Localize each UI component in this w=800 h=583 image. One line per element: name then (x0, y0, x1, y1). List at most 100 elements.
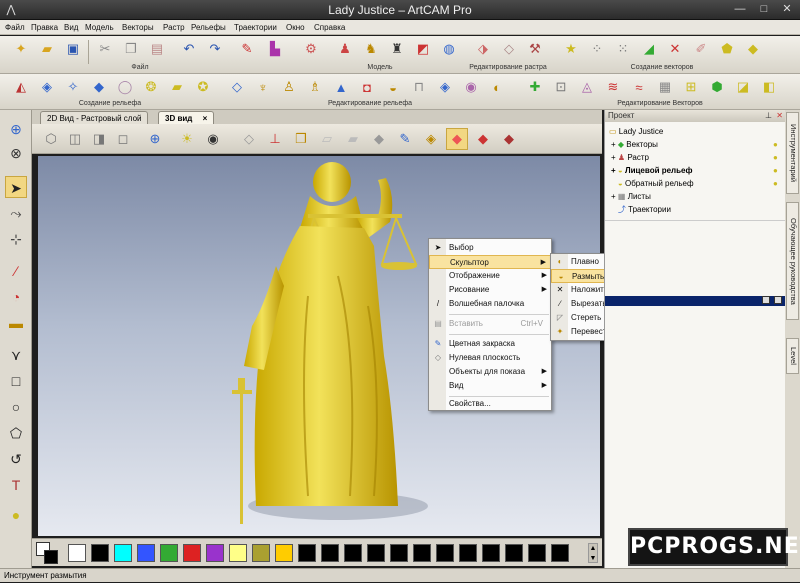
menu-file[interactable]: Файл (2, 20, 28, 35)
undo-icon[interactable]: ↶ (178, 38, 200, 60)
tab-toolbox[interactable]: Инструментарий (786, 112, 799, 194)
zoom-icon[interactable]: ⊕ (5, 118, 27, 140)
shade-icon[interactable]: ◆ (368, 128, 390, 150)
model-paint-icon[interactable]: ◩ (412, 38, 434, 60)
color-swatch[interactable] (252, 544, 270, 562)
vector-edit-3-icon[interactable]: ◬ (576, 76, 598, 98)
menu-item-display-objects[interactable]: Объекты для показа ▶ (429, 365, 551, 379)
vector-edit-10-icon[interactable]: ◧ (758, 76, 780, 98)
color-swatch[interactable] (390, 544, 408, 562)
menu-item-display[interactable]: Отображение ▶ (429, 269, 551, 283)
brush-icon[interactable]: ◔ (5, 286, 27, 308)
menu-model[interactable]: Модель (82, 20, 117, 35)
vector-edit-9-icon[interactable]: ◪ (732, 76, 754, 98)
visibility-bulb-icon[interactable]: ● (773, 153, 778, 162)
front-view-icon[interactable]: ◫ (64, 128, 86, 150)
relief-edit-7-icon[interactable]: ◒ (382, 76, 404, 98)
tab-level[interactable]: Level (786, 338, 799, 374)
relief-weave-icon[interactable]: ▰ (166, 76, 188, 98)
color-swatch[interactable] (551, 544, 569, 562)
tree-item-root[interactable]: ▭ Lady Justice (609, 126, 663, 138)
plane-view-icon[interactable]: ◇ (238, 128, 260, 150)
relief-texture-icon[interactable]: ❂ (140, 76, 162, 98)
menu-vectors[interactable]: Векторы (119, 20, 157, 35)
close-panel-icon[interactable]: ✕ (776, 110, 783, 122)
paint-view-icon[interactable]: ✎ (394, 128, 416, 150)
expand-icon[interactable]: + (611, 166, 616, 175)
edit-icon[interactable]: ✎ (236, 38, 258, 60)
new-file-icon[interactable]: ✦ (10, 38, 32, 60)
color-swatch[interactable] (505, 544, 523, 562)
menu-view[interactable]: Вид (61, 20, 81, 35)
relief-edit-10-icon[interactable]: ◉ (460, 76, 482, 98)
vector-cut-icon[interactable]: ✕ (664, 38, 686, 60)
vector-edit-5-icon[interactable]: ≈ (628, 76, 650, 98)
relief-edit-5-icon[interactable]: ▲ (330, 76, 352, 98)
visibility-bulb-icon[interactable]: ● (773, 140, 778, 149)
paste-icon[interactable]: ▤ (146, 38, 168, 60)
menu-edit[interactable]: Правка (28, 20, 61, 35)
relief-edit-2-icon[interactable]: ♆ (252, 76, 274, 98)
select-arrow-icon[interactable]: ➤ (5, 176, 27, 198)
vector-edit-1-icon[interactable]: ✚ (524, 76, 546, 98)
redo-icon[interactable]: ↷ (204, 38, 226, 60)
raster-fill-icon[interactable]: ◇ (498, 38, 520, 60)
menu-item-draw[interactable]: Рисование ▶ (429, 283, 551, 297)
vector-dots-icon[interactable]: ⁙ (612, 38, 634, 60)
color-swatch[interactable] (229, 544, 247, 562)
vector-edit-7-icon[interactable]: ⊞ (680, 76, 702, 98)
book-icon[interactable]: ▙ (264, 38, 286, 60)
model-bear-icon[interactable]: ♞ (360, 38, 382, 60)
expand-icon[interactable]: + (611, 153, 616, 162)
menu-toolpaths[interactable]: Траектории (231, 20, 280, 35)
iso-view-icon[interactable]: ⬡ (40, 128, 62, 150)
menu-raster[interactable]: Растр (160, 20, 188, 35)
model-settings-icon[interactable]: ⚙ (300, 38, 322, 60)
box-icon[interactable]: ❒ (290, 128, 312, 150)
color-swatch[interactable] (482, 544, 500, 562)
menu-item-magic-wand[interactable]: / Волшебная палочка (429, 297, 551, 311)
circle-icon[interactable]: ○ (5, 396, 27, 418)
visibility-bulb-icon[interactable]: ● (773, 179, 778, 188)
panel-close-icon[interactable] (774, 296, 782, 304)
relief-edit-1-icon[interactable]: ◇ (226, 76, 248, 98)
menu-item-properties[interactable]: Свойства... (429, 397, 551, 411)
relief-wave-icon[interactable]: ◈ (36, 76, 58, 98)
vector-edit-6-icon[interactable]: ▦ (654, 76, 676, 98)
open-folder-icon[interactable]: ▰ (36, 38, 58, 60)
color-swatch[interactable] (68, 544, 86, 562)
raster-brush-icon[interactable]: ⬗ (472, 38, 494, 60)
tree-item-sheets[interactable]: + ▦ Листы (611, 191, 651, 203)
tab-3d-view[interactable]: 3D вид × (158, 111, 215, 124)
polygon-icon[interactable]: ⬠ (5, 422, 27, 444)
color-swatch[interactable] (160, 544, 178, 562)
relief-shaded-icon[interactable]: ◆ (446, 128, 468, 150)
color-swatch[interactable] (436, 544, 454, 562)
save-icon[interactable]: ▣ (62, 38, 84, 60)
cut-icon[interactable]: ✂ (94, 38, 116, 60)
globe-view-icon[interactable]: ⊗ (5, 142, 27, 164)
color-swatch[interactable] (413, 544, 431, 562)
relief-add-icon[interactable]: ✪ (192, 76, 214, 98)
pin-icon[interactable]: ⊥ (765, 110, 772, 122)
relief-edit-3-icon[interactable]: ♙ (278, 76, 300, 98)
relief-star-icon[interactable]: ✧ (62, 76, 84, 98)
menu-item-sculpt[interactable]: Скульптор ▶ (429, 255, 551, 269)
relief-red-icon[interactable]: ◆ (472, 128, 494, 150)
color-swatch[interactable] (183, 544, 201, 562)
eye-icon[interactable]: ◉ (202, 128, 224, 150)
copy-icon[interactable]: ❐ (120, 38, 142, 60)
arc-icon[interactable]: ↺ (5, 448, 27, 470)
model-face-icon[interactable]: ♜ (386, 38, 408, 60)
vector-nodes-icon[interactable]: ⁘ (586, 38, 608, 60)
side-view-icon[interactable]: ◨ (88, 128, 110, 150)
tree-item-front-relief[interactable]: + ◒ Лицевой рельеф (611, 165, 693, 177)
color-swatch[interactable] (321, 544, 339, 562)
polyline-icon[interactable]: ⋎ (5, 344, 27, 366)
expand-icon[interactable]: + (611, 192, 616, 201)
current-color-icon[interactable] (36, 542, 58, 564)
color-swatch[interactable] (114, 544, 132, 562)
wire-icon[interactable]: ▱ (316, 128, 338, 150)
menu-help[interactable]: Справка (311, 20, 348, 35)
vector-edit-4-icon[interactable]: ≋ (602, 76, 624, 98)
